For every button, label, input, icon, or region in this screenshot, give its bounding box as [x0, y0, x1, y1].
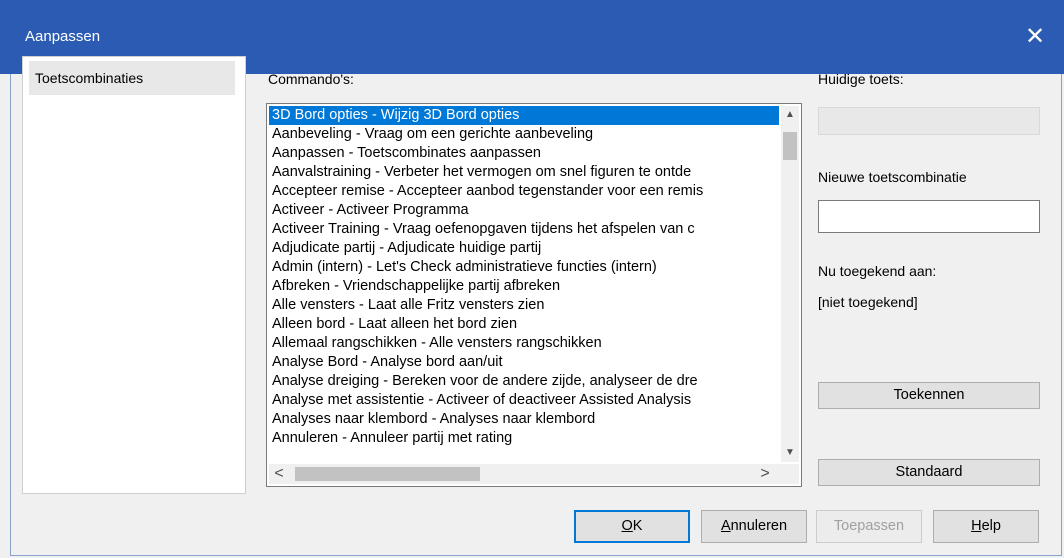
vertical-scroll-thumb[interactable] — [783, 132, 797, 160]
command-list-item[interactable]: Analyse Bord - Analyse bord aan/uit — [269, 353, 779, 372]
help-button[interactable]: Help — [933, 510, 1039, 543]
scroll-down-icon[interactable]: ▼ — [781, 444, 799, 462]
command-list-item[interactable]: Aanbeveling - Vraag om een gerichte aanb… — [269, 125, 779, 144]
assigned-to-label: Nu toegekend aan: — [818, 263, 937, 279]
new-combination-label: Nieuwe toetscombinatie — [818, 169, 967, 185]
scroll-up-icon[interactable]: ▲ — [781, 106, 799, 124]
cancel-accel: A — [720, 518, 731, 534]
command-list-item[interactable]: Activeer - Activeer Programma — [269, 201, 779, 220]
command-list-item[interactable]: Admin (intern) - Let's Check administrat… — [269, 258, 779, 277]
command-list-item[interactable]: Aanvalstraining - Verbeter het vermogen … — [269, 163, 779, 182]
current-key-label: Huidige toets: — [818, 71, 904, 87]
cancel-label-rest: nnuleren — [730, 518, 788, 534]
category-item-toetscombinaties[interactable]: Toetscombinaties — [29, 61, 235, 95]
help-accel: H — [971, 518, 982, 534]
commands-listbox[interactable]: 3D Bord opties - Wijzig 3D Bord opties Aa… — [266, 103, 802, 487]
ok-button[interactable]: OK — [574, 510, 690, 543]
help-label-rest: elp — [981, 518, 1001, 534]
command-list-item[interactable]: Adjudicate partij - Adjudicate huidige p… — [269, 239, 779, 258]
horizontal-scrollbar[interactable]: < > — [269, 464, 781, 484]
horizontal-scroll-thumb[interactable] — [295, 467, 480, 481]
window-title: Aanpassen — [25, 28, 101, 45]
apply-button: Toepassen — [816, 510, 922, 543]
command-list-item[interactable]: 3D Bord opties - Wijzig 3D Bord opties — [269, 106, 779, 125]
vertical-scrollbar[interactable]: ▲ ▼ — [781, 106, 799, 462]
command-list-item[interactable]: Aanpassen - Toetscombinates aanpassen — [269, 144, 779, 163]
commands-label: Commando's: — [268, 71, 354, 87]
close-icon[interactable]: ✕ — [1020, 22, 1050, 52]
current-key-field — [818, 107, 1040, 135]
category-list: Toetscombinaties — [22, 56, 246, 494]
assign-button[interactable]: Toekennen — [818, 382, 1040, 409]
ok-accel: O — [621, 518, 633, 534]
default-button[interactable]: Standaard — [818, 459, 1040, 486]
command-list-item[interactable]: Activeer Training - Vraag oefenopgaven t… — [269, 220, 779, 239]
command-list-item[interactable]: Alleen bord - Laat alleen het bord zien — [269, 315, 779, 334]
scroll-left-icon[interactable]: < — [269, 464, 289, 484]
new-combination-input[interactable] — [818, 200, 1040, 233]
scrollbar-corner — [781, 464, 799, 484]
scroll-right-icon[interactable]: > — [755, 464, 775, 484]
command-list-item[interactable]: Analyses naar klembord - Analyses naar k… — [269, 410, 779, 429]
command-list-item[interactable]: Afbreken - Vriendschappelijke partij afb… — [269, 277, 779, 296]
cancel-button[interactable]: Annuleren — [701, 510, 807, 543]
assigned-to-value: [niet toegekend] — [818, 294, 918, 310]
command-list-item[interactable]: Accepteer remise - Accepteer aanbod tege… — [269, 182, 779, 201]
command-list-item[interactable]: Allemaal rangschikken - Alle vensters ra… — [269, 334, 779, 353]
command-list-item[interactable]: Annuleren - Annuleer partij met rating — [269, 429, 779, 448]
commands-list-rows: 3D Bord opties - Wijzig 3D Bord opties Aa… — [269, 106, 779, 462]
command-list-item[interactable]: Alle vensters - Laat alle Fritz vensters… — [269, 296, 779, 315]
command-list-item[interactable]: Analyse dreiging - Bereken voor de ander… — [269, 372, 779, 391]
command-list-item[interactable]: Analyse met assistentie - Activeer of de… — [269, 391, 779, 410]
ok-label-rest: K — [632, 518, 643, 534]
